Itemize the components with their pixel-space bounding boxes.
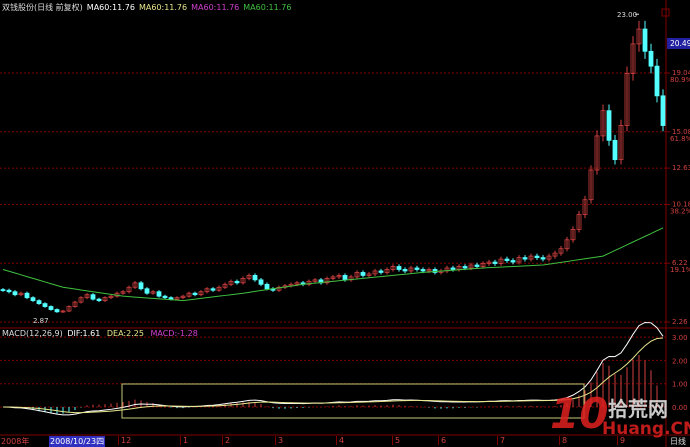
candle-body bbox=[540, 257, 546, 260]
candle-body bbox=[402, 269, 408, 272]
candle-body bbox=[138, 282, 144, 290]
candle-body bbox=[654, 65, 660, 97]
candle-body bbox=[474, 264, 480, 267]
candle-body bbox=[642, 28, 648, 52]
year-label: 2008年 bbox=[1, 437, 30, 446]
candle-body bbox=[54, 309, 60, 313]
candle-body bbox=[36, 300, 42, 304]
candle-body bbox=[252, 275, 258, 281]
macd-value: MACD:-1.28 bbox=[150, 329, 198, 338]
month-label: 3 bbox=[275, 436, 283, 445]
month-label: 6 bbox=[438, 436, 446, 445]
watermark-cn: 拾荒网 bbox=[608, 397, 668, 421]
price-label: 2.26 bbox=[672, 318, 688, 326]
watermark-number: 10 bbox=[550, 389, 609, 438]
month-label: 5 bbox=[392, 436, 400, 445]
ma-label: MA60:11.76 bbox=[138, 3, 188, 12]
fib-percent-label: 61.8% bbox=[670, 135, 690, 143]
macd-axis-label: 2.00 bbox=[672, 357, 688, 365]
candle-body bbox=[606, 110, 612, 141]
candle-body bbox=[648, 50, 654, 67]
month-label: 12 bbox=[118, 436, 131, 445]
candle-body bbox=[30, 297, 36, 302]
candle-body bbox=[510, 260, 516, 263]
candle-body bbox=[264, 283, 270, 290]
month-label: 1 bbox=[180, 436, 188, 445]
candle-body bbox=[462, 266, 468, 269]
macd-header: MACD(12,26,9) DIF:1.61 DEA:2.25 MACD:-1.… bbox=[2, 329, 202, 338]
candle-body bbox=[378, 270, 384, 273]
price-label: 12.63 bbox=[672, 164, 690, 172]
candle-body bbox=[24, 292, 30, 299]
candle-body bbox=[414, 267, 420, 270]
stock-chart: 19.0480.9%15.0861.8%12.6310.1838.2%6.221… bbox=[0, 0, 690, 447]
fib-percent-label: 38.2% bbox=[670, 207, 690, 215]
candle-body bbox=[534, 255, 540, 258]
ma-label: MA60:11.76 bbox=[86, 3, 135, 12]
dea-value: DEA:2.25 bbox=[106, 329, 144, 338]
candle-body bbox=[0, 289, 6, 291]
low-price-label: 2.87 bbox=[33, 317, 49, 325]
month-label: 2 bbox=[222, 436, 230, 445]
current-price-label: 20.49 bbox=[670, 39, 690, 48]
candle-body bbox=[162, 295, 168, 299]
candle-body bbox=[504, 258, 510, 261]
macd-axis-label: 3.00 bbox=[672, 334, 688, 342]
fib-percent-label: 19.1% bbox=[670, 266, 690, 274]
candle-body bbox=[6, 289, 12, 293]
candle-body bbox=[612, 139, 618, 161]
macd-name: MACD(12,26,9) bbox=[2, 329, 63, 338]
high-price-label: 23.00 bbox=[617, 11, 637, 19]
stock-title: 双钱股份(日线 前复权) bbox=[2, 3, 83, 12]
candle-body bbox=[144, 288, 150, 294]
main-header: 双钱股份(日线 前复权) MA60:11.76 MA60:11.76 MA60:11.… bbox=[2, 2, 295, 13]
fib-percent-label: 80.9% bbox=[670, 76, 690, 84]
candle-body bbox=[156, 291, 162, 297]
candle-body bbox=[96, 298, 102, 302]
macd-axis-label: 1.00 bbox=[672, 381, 688, 389]
candle-body bbox=[342, 275, 348, 281]
candle-body bbox=[420, 269, 426, 272]
candle-body bbox=[450, 267, 456, 270]
candle-body bbox=[360, 272, 366, 276]
candle-body bbox=[396, 266, 402, 270]
cursor-date: 2008/10/23四 bbox=[49, 436, 106, 447]
watermark-en: Huang.CN bbox=[602, 419, 690, 439]
candle-body bbox=[492, 261, 498, 264]
candle-body bbox=[522, 257, 528, 260]
candle-body bbox=[12, 291, 18, 296]
candle-body bbox=[258, 279, 264, 285]
chart-canvas: 19.0480.9%15.0861.8%12.6310.1838.2%6.221… bbox=[0, 0, 690, 447]
ma-label: MA60:11.76 bbox=[243, 3, 292, 12]
month-label: 7 bbox=[497, 436, 505, 445]
candle-body bbox=[168, 297, 174, 300]
month-label: 4 bbox=[336, 436, 344, 445]
candle-body bbox=[660, 95, 666, 126]
candle-body bbox=[210, 288, 216, 291]
candle-body bbox=[48, 306, 54, 310]
ma-label: MA60:11.76 bbox=[191, 3, 240, 12]
watermark-logo: 10 拾荒网 Huang.CN bbox=[550, 389, 690, 443]
ma60-line bbox=[2, 227, 664, 302]
candle-body bbox=[192, 292, 198, 296]
candle-body bbox=[90, 294, 96, 300]
dif-value: DIF:1.61 bbox=[67, 329, 101, 338]
candle-body bbox=[234, 280, 240, 284]
candle-body bbox=[42, 303, 48, 307]
